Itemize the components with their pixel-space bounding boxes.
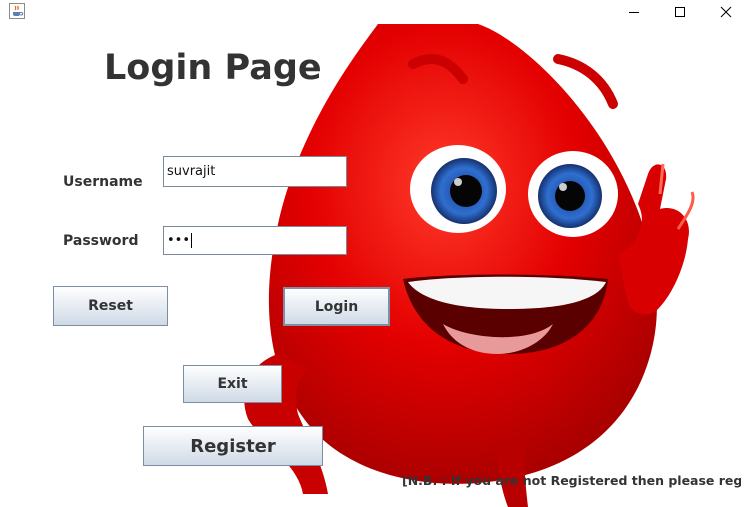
exit-button[interactable]: Exit xyxy=(183,365,282,403)
maximize-icon xyxy=(675,7,685,17)
username-value: suvrajit xyxy=(167,164,216,179)
close-icon xyxy=(720,6,732,18)
window-content: Login Page Username suvrajit Password ••… xyxy=(8,24,741,507)
register-button[interactable]: Register xyxy=(143,426,323,466)
java-cup-icon xyxy=(9,3,25,19)
minimize-button[interactable] xyxy=(611,0,657,24)
minimize-icon xyxy=(629,12,639,13)
reset-button[interactable]: Reset xyxy=(53,286,168,326)
close-button[interactable] xyxy=(703,0,749,24)
username-field[interactable]: suvrajit xyxy=(163,156,347,187)
password-field[interactable]: ••• xyxy=(163,226,347,255)
text-caret xyxy=(191,233,193,248)
login-button[interactable]: Login xyxy=(283,287,390,326)
registration-note: [N.B. : If you are not Registered then p… xyxy=(402,473,741,488)
password-value: ••• xyxy=(167,233,191,248)
maximize-button[interactable] xyxy=(657,0,703,24)
page-title: Login Page xyxy=(104,48,322,88)
title-bar xyxy=(0,0,749,24)
username-label: Username xyxy=(63,174,143,190)
password-label: Password xyxy=(63,233,139,249)
